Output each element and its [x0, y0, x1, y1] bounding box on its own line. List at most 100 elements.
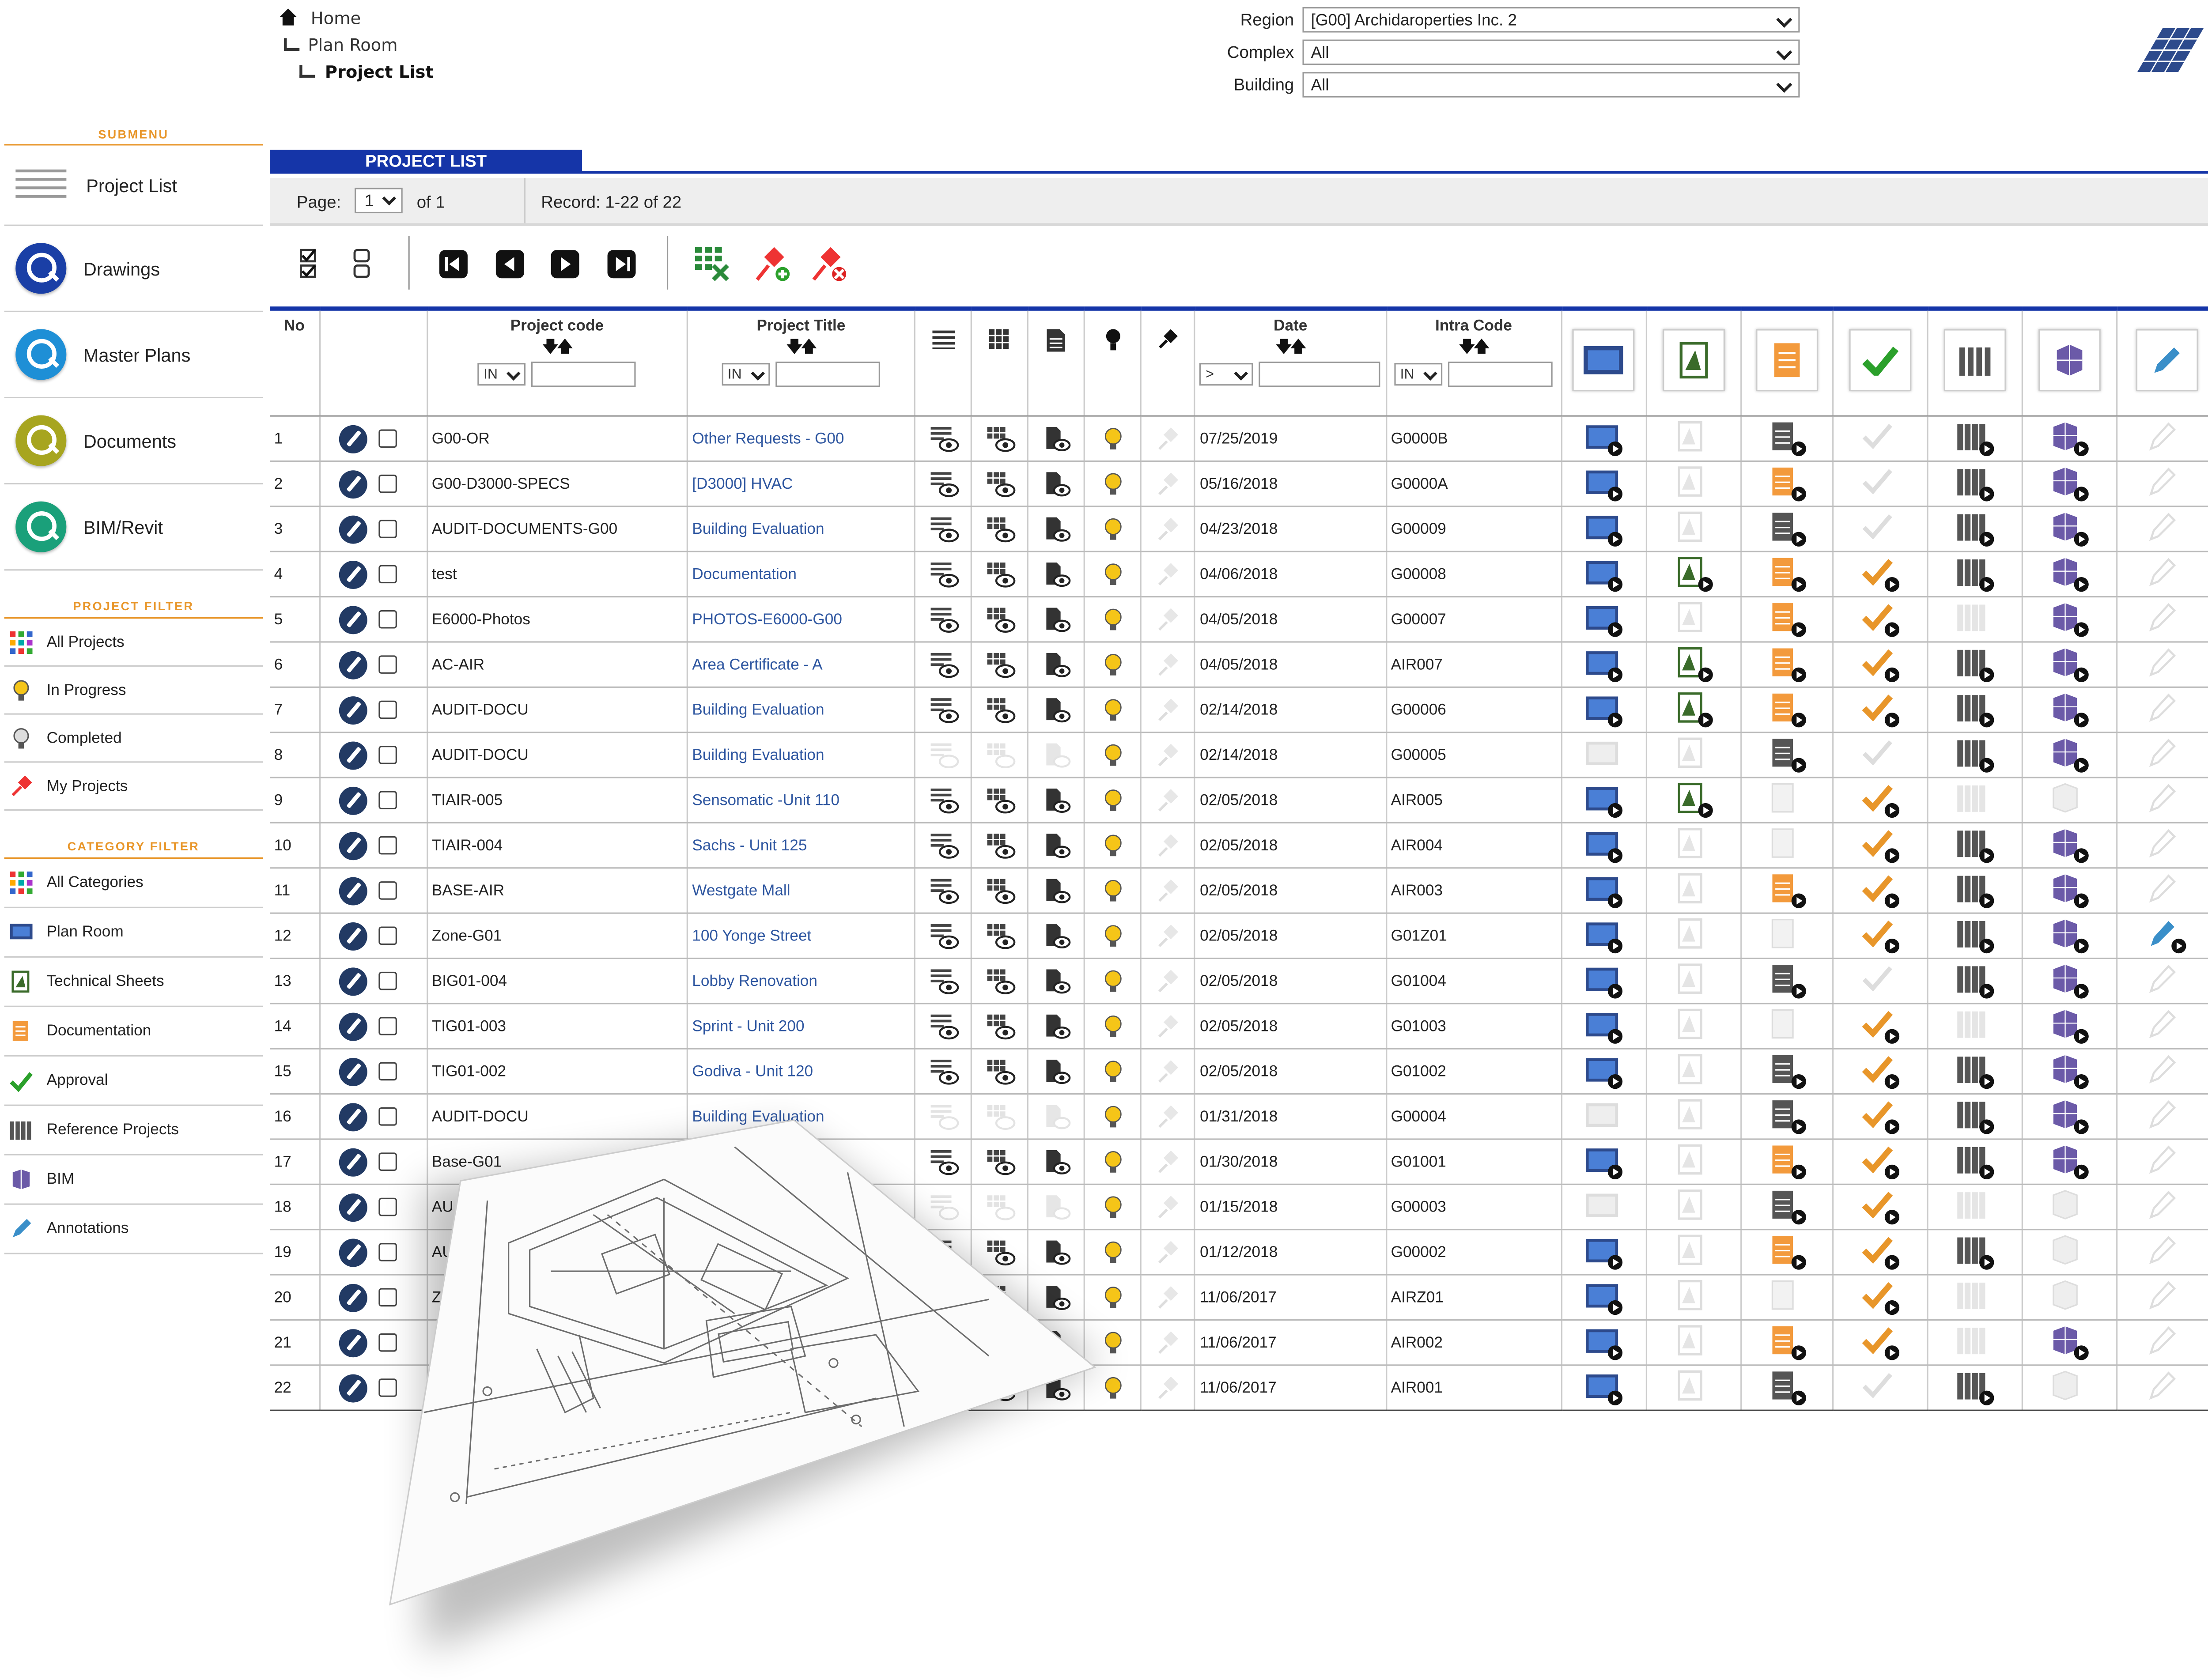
col-documentation[interactable]	[1741, 306, 1834, 417]
view-grid-cell[interactable]	[971, 1320, 1029, 1366]
sort-arrows-icon[interactable]: 🡇🡅	[1388, 335, 1559, 362]
view-document-cell[interactable]	[1028, 551, 1085, 598]
category-documentation[interactable]: Documentation	[4, 1007, 263, 1057]
col-status[interactable]	[1085, 306, 1142, 417]
technical-sheet-cell[interactable]	[1646, 506, 1742, 552]
table-row[interactable]: 19 AU 01/12/2018 G00002	[270, 1229, 2208, 1276]
documentation-cell[interactable]	[1741, 1275, 1834, 1321]
approval-cell[interactable]	[1833, 958, 1928, 1004]
annotation-cell[interactable]	[2117, 506, 2208, 552]
bim-cell[interactable]	[2022, 1049, 2118, 1095]
row-checkbox[interactable]	[378, 926, 397, 945]
col-annotations[interactable]	[2117, 306, 2208, 417]
col-approval[interactable]	[1833, 306, 1928, 417]
view-list-cell[interactable]	[915, 416, 972, 462]
technical-sheet-cell[interactable]	[1646, 958, 1742, 1004]
view-list-cell[interactable]	[915, 1365, 972, 1411]
edit-icon[interactable]	[338, 831, 367, 860]
view-document-cell[interactable]	[1028, 913, 1085, 959]
row-checkbox[interactable]	[378, 1107, 397, 1126]
approval-cell[interactable]	[1833, 596, 1928, 643]
approval-cell[interactable]	[1833, 551, 1928, 598]
approval-cell[interactable]	[1833, 506, 1928, 552]
documentation-cell[interactable]	[1741, 416, 1834, 462]
documentation-cell[interactable]	[1741, 1229, 1834, 1276]
plan-room-cell[interactable]	[1561, 461, 1647, 507]
sidebar-item-bim-revit[interactable]: BIM/Revit	[4, 484, 263, 571]
bim-cell[interactable]	[2022, 687, 2118, 733]
annotation-cell[interactable]	[2117, 1275, 2208, 1321]
view-grid-cell[interactable]	[971, 551, 1029, 598]
approval-cell[interactable]	[1833, 1365, 1928, 1411]
reference-projects-cell[interactable]	[1928, 1229, 2023, 1276]
bim-cell[interactable]	[2022, 1139, 2118, 1185]
edit-icon[interactable]	[338, 515, 367, 544]
row-checkbox[interactable]	[378, 520, 397, 538]
category-annotations[interactable]: Annotations	[4, 1205, 263, 1254]
table-row[interactable]: 9 TIAIR-005 Sensomatic -Unit 110 02/05/2018…	[270, 778, 2208, 824]
view-document-cell[interactable]	[1028, 1139, 1085, 1185]
view-document-cell[interactable]	[1028, 778, 1085, 824]
technical-sheet-cell[interactable]	[1646, 913, 1742, 959]
category-reference-projects[interactable]: Reference Projects	[4, 1106, 263, 1155]
edit-icon[interactable]	[338, 966, 367, 995]
export-excel-icon[interactable]	[694, 246, 730, 283]
documentation-cell[interactable]	[1741, 868, 1834, 914]
edit-icon[interactable]	[338, 1148, 367, 1176]
table-row[interactable]: 17 Base-G01 01/30/2018 G01001	[270, 1139, 2208, 1185]
table-row[interactable]: 18 AU 01/15/2018 G00003	[270, 1184, 2208, 1231]
complex-select[interactable]: All	[1302, 39, 1800, 65]
reference-projects-cell[interactable]	[1928, 868, 2023, 914]
table-row[interactable]: 8 AUDIT-DOCU Building Evaluation 02/14/2018…	[270, 732, 2208, 778]
edit-icon[interactable]	[338, 695, 367, 724]
bim-cell[interactable]	[2022, 778, 2118, 824]
view-grid-cell[interactable]	[971, 1049, 1029, 1095]
annotation-cell[interactable]	[2117, 913, 2208, 959]
row-checkbox[interactable]	[378, 474, 397, 493]
breadcrumb-plan-room[interactable]: Plan Room	[280, 33, 433, 60]
project-title-link[interactable]: PHOTOS-E6000-G00	[687, 596, 916, 643]
view-list-cell[interactable]	[915, 1184, 972, 1231]
pin-cell[interactable]	[1141, 732, 1196, 778]
reference-projects-cell[interactable]	[1928, 596, 2023, 643]
col-reference-projects[interactable]	[1928, 306, 2023, 417]
annotation-cell[interactable]	[2117, 1320, 2208, 1366]
code-operator-select[interactable]: IN	[478, 363, 526, 386]
bim-cell[interactable]	[2022, 416, 2118, 462]
plan-room-cell[interactable]	[1561, 1094, 1647, 1140]
plan-room-cell[interactable]	[1561, 642, 1647, 688]
project-title-link[interactable]	[687, 1275, 916, 1321]
next-page-icon[interactable]	[551, 250, 579, 279]
plan-room-cell[interactable]	[1561, 823, 1647, 869]
technical-sheet-cell[interactable]	[1646, 868, 1742, 914]
documentation-cell[interactable]	[1741, 823, 1834, 869]
plan-room-cell[interactable]	[1561, 958, 1647, 1004]
reference-projects-cell[interactable]	[1928, 687, 2023, 733]
reference-projects-cell[interactable]	[1928, 913, 2023, 959]
annotation-cell[interactable]	[2117, 1049, 2208, 1095]
row-checkbox[interactable]	[378, 1288, 397, 1307]
view-document-cell[interactable]	[1028, 1229, 1085, 1276]
view-grid-cell[interactable]	[971, 416, 1029, 462]
reference-projects-cell[interactable]	[1928, 823, 2023, 869]
view-list-cell[interactable]	[915, 958, 972, 1004]
approval-cell[interactable]	[1833, 778, 1928, 824]
status-cell[interactable]	[1085, 958, 1142, 1004]
edit-icon[interactable]	[338, 1283, 367, 1312]
pin-cell[interactable]	[1141, 506, 1196, 552]
view-document-cell[interactable]	[1028, 1094, 1085, 1140]
col-bim[interactable]	[2022, 306, 2118, 417]
approval-cell[interactable]	[1833, 1003, 1928, 1050]
project-title-link[interactable]: Lobby Renovation	[687, 958, 916, 1004]
bim-cell[interactable]	[2022, 506, 2118, 552]
view-grid-cell[interactable]	[971, 1094, 1029, 1140]
table-row[interactable]: 13 BIG01-004 Lobby Renovation 02/05/2018 G01…	[270, 958, 2208, 1004]
first-page-icon[interactable]	[439, 250, 468, 279]
edit-icon[interactable]	[338, 1193, 367, 1221]
view-list-cell[interactable]	[915, 1094, 972, 1140]
row-checkbox[interactable]	[378, 1378, 397, 1397]
technical-sheet-cell[interactable]	[1646, 778, 1742, 824]
view-grid-cell[interactable]	[971, 868, 1029, 914]
row-checkbox[interactable]	[378, 1197, 397, 1216]
documentation-cell[interactable]	[1741, 506, 1834, 552]
